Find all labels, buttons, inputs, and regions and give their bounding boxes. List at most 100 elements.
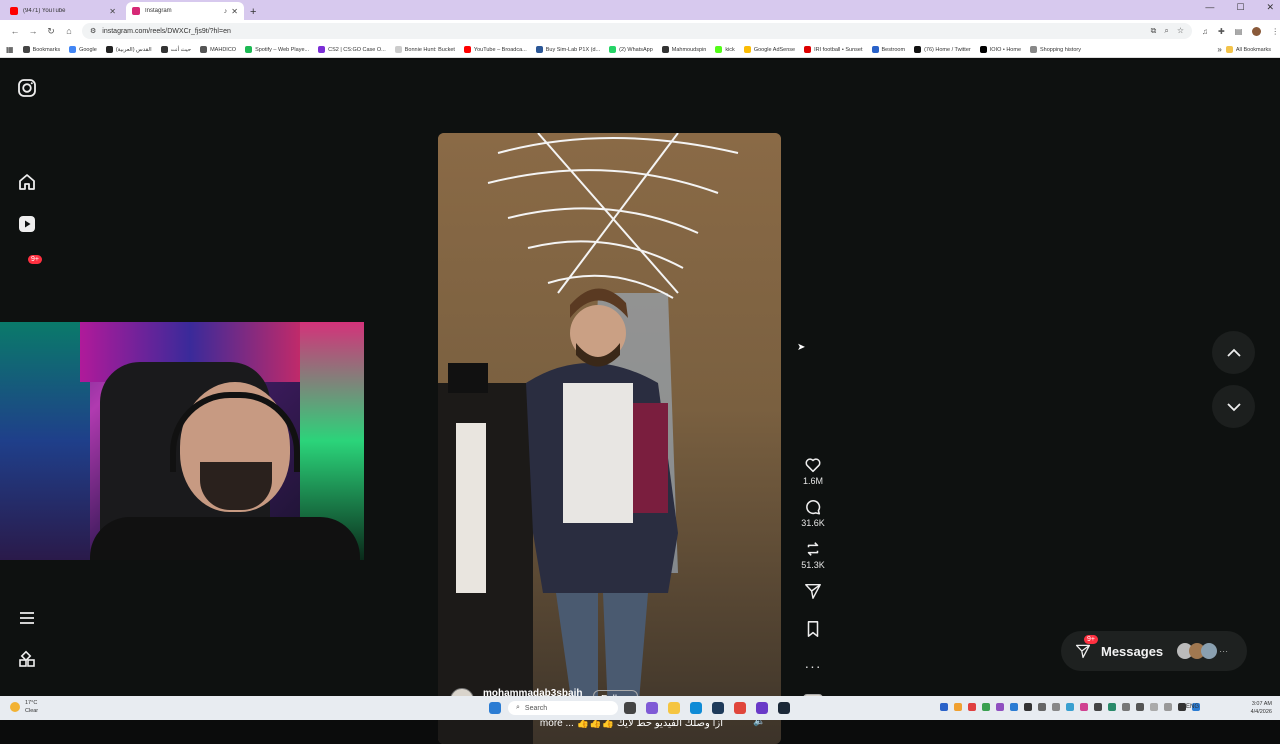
bookmark-item[interactable]: Mahmoudspin <box>661 46 706 53</box>
bookmark-item[interactable]: Bookmarks <box>22 46 60 53</box>
previous-reel-button[interactable] <box>1212 331 1255 374</box>
repost-button[interactable]: 51.3K <box>798 540 828 570</box>
all-bookmarks[interactable]: All Bookmarks <box>1225 46 1271 53</box>
obs-icon[interactable] <box>756 702 768 714</box>
browser-tab-strip: (9471) YouTube ✕ Instagram ♪ ✕ + — ☐ ✕ <box>0 0 1280 20</box>
share-button[interactable] <box>798 582 828 600</box>
tray-icon[interactable] <box>1094 703 1102 711</box>
bookmark-item[interactable]: Google <box>69 46 97 53</box>
bookmark-item[interactable]: (76) Home / Twitter <box>914 46 971 53</box>
bookmark-item[interactable]: Bonnie Hunt: Bucket <box>394 46 455 53</box>
tray-icon[interactable] <box>1164 703 1172 711</box>
bookmark-item[interactable]: Buy Sim-Lab P1X (d... <box>535 46 600 53</box>
tray-icon[interactable] <box>1150 703 1158 711</box>
weather-moon-icon <box>10 702 20 712</box>
bookmark-item[interactable]: القدس (العربية) <box>105 46 152 53</box>
zoom-icon[interactable]: ⌕ <box>1164 26 1168 36</box>
bookmark-item[interactable]: CS2 | CS:GO Case O... <box>318 46 386 53</box>
bookmark-item[interactable]: Spotify – Web Playe... <box>245 46 309 53</box>
bookmark-item[interactable]: IOIO • Home <box>979 46 1021 53</box>
bookmark-favicon-icon <box>200 46 208 53</box>
also-from-meta-icon[interactable] <box>17 650 37 670</box>
bookmark-star-icon[interactable]: ☆ <box>1177 26 1184 36</box>
reload-icon[interactable]: ↻ <box>42 26 60 37</box>
close-window-icon[interactable]: ✕ <box>1266 2 1274 13</box>
tab-instagram[interactable]: Instagram ♪ ✕ <box>126 2 244 20</box>
weather-temp: 17°C <box>25 700 38 706</box>
weather-widget[interactable]: 17°C Clear <box>10 699 38 715</box>
bookmark-item[interactable]: MAHDICO <box>200 46 236 53</box>
media-icon[interactable]: ♫ <box>1202 27 1208 36</box>
menu-kebab-icon[interactable]: ⋮ <box>1271 27 1279 36</box>
messages-button[interactable]: 9+ Messages ··· <box>1061 631 1247 671</box>
bookmark-item[interactable]: Shopping history <box>1030 46 1081 53</box>
install-app-icon[interactable]: ⧉ <box>1151 26 1157 36</box>
tray-icon[interactable] <box>1024 703 1032 711</box>
copilot-icon[interactable] <box>646 702 658 714</box>
close-tab-icon[interactable]: ✕ <box>231 7 238 16</box>
edge-icon[interactable] <box>690 702 702 714</box>
reel-video[interactable] <box>438 133 781 744</box>
reels-icon[interactable] <box>17 214 37 234</box>
site-info-icon[interactable]: ⚙ <box>90 27 96 35</box>
tray-icon[interactable] <box>968 703 976 711</box>
audio-playing-icon[interactable]: ♪ <box>224 8 228 15</box>
back-icon[interactable]: ← <box>6 26 24 36</box>
clock-date: 4/4/2026 <box>1250 709 1272 715</box>
tray-icon[interactable] <box>1108 703 1116 711</box>
tray-icon[interactable] <box>1080 703 1088 711</box>
more-bookmarks-icon[interactable]: » <box>1217 45 1221 54</box>
more-options-button[interactable]: ··· <box>798 658 828 674</box>
bookmark-item[interactable]: kick <box>715 46 735 53</box>
bookmark-item[interactable]: Google AdSense <box>743 46 795 53</box>
steam-icon[interactable] <box>778 702 790 714</box>
tray-icon[interactable] <box>1052 703 1060 711</box>
bookmark-item[interactable]: (2) WhatsApp <box>609 46 653 53</box>
minimize-icon[interactable]: — <box>1205 2 1214 13</box>
next-reel-button[interactable] <box>1212 385 1255 428</box>
tray-icon[interactable] <box>1038 703 1046 711</box>
maximize-icon[interactable]: ☐ <box>1236 2 1244 13</box>
tray-icon[interactable] <box>954 703 962 711</box>
close-tab-icon[interactable]: ✕ <box>109 7 116 16</box>
store-icon[interactable] <box>712 702 724 714</box>
bookmark-favicon-icon <box>245 46 253 53</box>
windows-start-icon[interactable] <box>489 702 501 714</box>
tray-icon[interactable] <box>1178 703 1186 711</box>
tray-icon[interactable] <box>1010 703 1018 711</box>
clock-time: 3:07 AM <box>1251 701 1272 707</box>
tray-icon[interactable] <box>1066 703 1074 711</box>
chrome-icon[interactable] <box>734 702 746 714</box>
tray-icon[interactable] <box>996 703 1004 711</box>
clock[interactable]: 3:07 AM 4/4/2026 <box>1251 700 1272 716</box>
bookmark-item[interactable]: حيث أنت <box>160 46 191 53</box>
bookmark-item[interactable]: Bestroom <box>871 46 905 53</box>
new-tab-button[interactable]: + <box>250 6 256 18</box>
extensions-icon[interactable]: ✚ <box>1218 27 1225 36</box>
tray-icon[interactable] <box>982 703 990 711</box>
language-indicator[interactable]: ENG <box>1186 704 1199 710</box>
notification-badge: 9+ <box>28 255 42 264</box>
instagram-logo-icon[interactable] <box>17 78 37 98</box>
task-view-icon[interactable] <box>624 702 636 714</box>
profile-avatar[interactable] <box>1252 26 1262 36</box>
save-button[interactable] <box>798 620 828 638</box>
bookmark-item[interactable]: IRI football • Sunset <box>804 46 863 53</box>
taskbar-search[interactable]: ⌕ Search <box>508 701 618 715</box>
window-controls: — ☐ ✕ <box>1205 2 1274 13</box>
apps-grid-icon[interactable]: ▦ <box>6 45 14 54</box>
tray-icon[interactable] <box>940 703 948 711</box>
tray-icon[interactable] <box>1122 703 1130 711</box>
home-icon[interactable] <box>17 172 37 192</box>
like-button[interactable]: 1.6M <box>798 456 828 486</box>
forward-icon[interactable]: → <box>24 26 42 36</box>
home-icon[interactable]: ⌂ <box>60 26 78 36</box>
url-input[interactable]: ⚙ instagram.com/reels/DWXCr_fjs9t/?hl=en… <box>82 23 1192 39</box>
split-view-icon[interactable]: ▤ <box>1235 27 1243 36</box>
file-explorer-icon[interactable] <box>668 702 680 714</box>
tray-icon[interactable] <box>1136 703 1144 711</box>
bookmark-item[interactable]: YouTube – Broadca... <box>463 46 527 53</box>
comment-button[interactable]: 31.6K <box>798 498 828 528</box>
tab-youtube[interactable]: (9471) YouTube ✕ <box>4 2 122 20</box>
menu-hamburger-icon[interactable] <box>17 608 37 628</box>
